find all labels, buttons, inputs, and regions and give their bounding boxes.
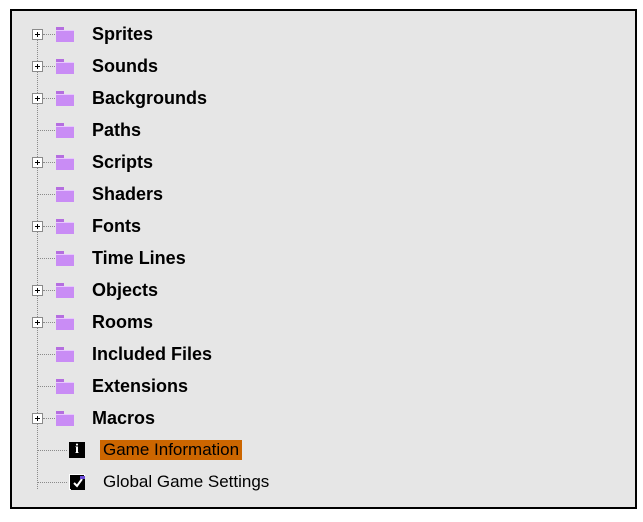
tree-item-included-files[interactable]: Included Files [12,343,612,375]
tree-item-rooms[interactable]: Rooms [12,311,612,343]
folder-icon [56,347,74,362]
folder-icon [56,123,74,138]
resource-tree-panel: Sprites Sounds Backgrounds Paths Scripts [10,9,637,509]
folder-icon [56,187,74,202]
tree-item-label: Paths [92,120,142,140]
tree-item-label: Macros [92,408,156,428]
tree-item-backgrounds[interactable]: Backgrounds [12,87,612,119]
folder-icon [56,251,74,266]
tree-item-sounds[interactable]: Sounds [12,55,612,87]
folder-icon [56,155,74,170]
folder-icon [56,91,74,106]
tree-item-fonts[interactable]: Fonts [12,215,612,247]
tree-item-label: Time Lines [92,248,186,268]
settings-icon [69,474,85,490]
expand-toggle[interactable] [32,29,43,40]
tree-item-macros[interactable]: Macros [12,407,612,439]
tree-item-label: Included Files [92,344,213,364]
folder-icon [56,27,74,42]
folder-icon [56,219,74,234]
tree-item-label: Rooms [92,312,154,332]
tree-item-global-game-settings[interactable]: Global Game Settings [12,471,612,503]
tree-item-objects[interactable]: Objects [12,279,612,311]
folder-icon [56,379,74,394]
tree-item-extensions[interactable]: Extensions [12,375,612,407]
expand-toggle[interactable] [32,285,43,296]
expand-toggle[interactable] [32,221,43,232]
tree-item-label: Backgrounds [92,88,208,108]
tree-item-label: Global Game Settings [103,472,270,491]
tree-item-label: Game Information [100,440,243,460]
tree-item-label: Sprites [92,24,154,44]
folder-icon [56,59,74,74]
tree-item-label: Extensions [92,376,189,396]
tree-item-time-lines[interactable]: Time Lines [12,247,612,279]
tree-item-scripts[interactable]: Scripts [12,151,612,183]
tree-item-label: Sounds [92,56,158,76]
folder-icon [56,315,74,330]
tree-item-game-information[interactable]: i Game Information [12,439,612,471]
expand-toggle[interactable] [32,317,43,328]
info-icon: i [69,442,85,458]
tree-item-paths[interactable]: Paths [12,119,612,151]
expand-toggle[interactable] [32,61,43,72]
tree-item-label: Scripts [92,152,154,172]
expand-toggle[interactable] [32,157,43,168]
folder-icon [56,283,74,298]
tree-item-label: Shaders [92,184,164,204]
tree-item-shaders[interactable]: Shaders [12,183,612,215]
tree-item-label: Objects [92,280,159,300]
tree-item-sprites[interactable]: Sprites [12,23,612,55]
folder-icon [56,411,74,426]
expand-toggle[interactable] [32,93,43,104]
panel-bottom-margin [8,509,643,522]
tree-item-label: Fonts [92,216,141,236]
expand-toggle[interactable] [32,413,43,424]
